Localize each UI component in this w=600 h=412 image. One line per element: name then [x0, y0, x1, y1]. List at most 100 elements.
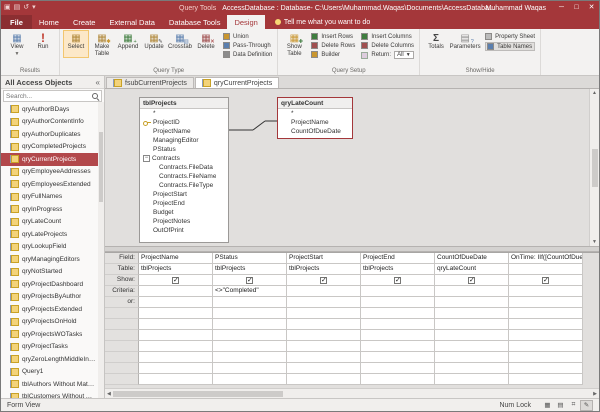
grid-cell[interactable]: tblProjects — [361, 264, 435, 275]
field-item-budget[interactable]: Budget — [140, 208, 228, 217]
sidebar-item-qrynotstarted[interactable]: qryNotStarted — [1, 266, 104, 279]
ribbon-tab-file[interactable]: File — [1, 15, 32, 29]
delete-rows-button[interactable]: Delete Rows — [311, 42, 355, 49]
grid-cell[interactable]: ProjectName — [139, 253, 213, 264]
grid-cell[interactable] — [287, 330, 361, 341]
sidebar-item-qrylatecount[interactable]: qryLateCount — [1, 216, 104, 229]
sidebar-item-qryzerolengthmiddleinitial[interactable]: qryZeroLengthMiddleInitial — [1, 353, 104, 366]
parameters-button[interactable]: ▤? Parameters — [449, 30, 481, 52]
grid-cell[interactable] — [435, 319, 509, 330]
tab-qrycurrentprojects[interactable]: qryCurrentProjects — [195, 77, 279, 88]
grid-cell[interactable] — [287, 275, 361, 286]
show-checkbox[interactable] — [542, 277, 549, 284]
design-view-icon[interactable]: ✎ — [580, 400, 593, 411]
field-list-qrylatecount[interactable]: qryLateCount*ProjectNameCountOfDueDate — [277, 97, 353, 139]
sql-view-icon[interactable]: ⌗ — [567, 400, 580, 411]
grid-cell[interactable] — [509, 374, 583, 385]
grid-cell[interactable] — [435, 308, 509, 319]
sidebar-item-qrymanagingeditors[interactable]: qryManagingEditors — [1, 253, 104, 266]
collapse-icon[interactable]: − — [143, 155, 150, 162]
grid-cell[interactable] — [139, 319, 213, 330]
grid-cell[interactable] — [287, 308, 361, 319]
grid-cell[interactable] — [435, 286, 509, 297]
sidebar-item-qrylateprojects[interactable]: qryLateProjects — [1, 228, 104, 241]
scroll-right-icon[interactable]: ▶ — [593, 391, 597, 397]
sidebar-item-tblcustomers-without-addit[interactable]: tblCustomers Without Addit... — [1, 391, 104, 399]
grid-cell[interactable] — [509, 341, 583, 352]
append-query-button[interactable]: ▦+Append — [115, 30, 141, 58]
field-item-projectid[interactable]: ProjectID — [140, 118, 228, 127]
show-checkbox[interactable] — [320, 277, 327, 284]
save-icon[interactable]: ▤ — [14, 1, 21, 15]
nav-scrollbar[interactable] — [98, 102, 104, 398]
sidebar-item-qryauthorduplicates[interactable]: qryAuthorDuplicates — [1, 128, 104, 141]
return-control[interactable]: Return: All ▼ — [361, 51, 414, 59]
return-combobox[interactable]: All ▼ — [394, 51, 414, 59]
grid-horizontal-scrollbar[interactable]: ◀ ▶ — [105, 388, 599, 398]
field-item-contracts-filetype[interactable]: Contracts.FileType — [140, 181, 228, 190]
sidebar-item-tblauthors-without-matchin[interactable]: tblAuthors Without Matchin... — [1, 378, 104, 391]
grid-cell[interactable] — [509, 286, 583, 297]
field-item-outofprint[interactable]: OutOfPrint — [140, 226, 228, 235]
sidebar-item-qryprojectdashboard[interactable]: qryProjectDashboard — [1, 278, 104, 291]
grid-cell[interactable] — [435, 297, 509, 308]
field-item-contracts-filedata[interactable]: Contracts.FileData — [140, 163, 228, 172]
grid-cell[interactable]: <>"Completed" — [213, 286, 287, 297]
grid-cell[interactable] — [139, 330, 213, 341]
show-checkbox[interactable] — [468, 277, 475, 284]
design-surface[interactable]: ▲ ▼ tblProjects*ProjectIDProjectNameMana… — [105, 89, 599, 247]
nav-pane-header[interactable]: All Access Objects « — [1, 76, 104, 89]
grid-cell[interactable] — [287, 319, 361, 330]
nav-scrollbar-thumb[interactable] — [99, 132, 103, 202]
grid-cell[interactable] — [139, 275, 213, 286]
sidebar-item-qrycurrentprojects[interactable]: qryCurrentProjects — [1, 153, 104, 166]
field-item-pstatus[interactable]: PStatus — [140, 145, 228, 154]
field-list-tblprojects[interactable]: tblProjects*ProjectIDProjectNameManaging… — [139, 97, 229, 243]
minimize-button[interactable]: ─ — [554, 1, 569, 15]
sidebar-item-qryprojectsextended[interactable]: qryProjectsExtended — [1, 303, 104, 316]
field-item-contracts[interactable]: −Contracts — [140, 154, 228, 163]
grid-cell[interactable]: tblProjects — [213, 264, 287, 275]
grid-cell[interactable] — [213, 319, 287, 330]
grid-cell[interactable] — [287, 363, 361, 374]
grid-cell[interactable] — [361, 352, 435, 363]
show-checkbox[interactable] — [246, 277, 253, 284]
tell-me-box[interactable]: Tell me what you want to do — [275, 15, 370, 29]
grid-cell[interactable] — [361, 363, 435, 374]
maximize-button[interactable]: □ — [569, 1, 584, 15]
grid-cell[interactable] — [213, 330, 287, 341]
grid-cell[interactable] — [139, 308, 213, 319]
totals-button[interactable]: Σ Totals — [423, 30, 449, 52]
access-app-icon[interactable]: ▣ — [4, 1, 11, 15]
grid-cell[interactable] — [509, 330, 583, 341]
table-names-button[interactable]: Table Names — [485, 42, 535, 51]
union-button[interactable]: Union — [223, 33, 272, 40]
ribbon-tab-external-data[interactable]: External Data — [102, 15, 161, 29]
grid-cell[interactable] — [213, 308, 287, 319]
undo-icon[interactable]: ↺ — [23, 1, 29, 15]
builder-button[interactable]: Builder — [311, 51, 355, 58]
search-input[interactable] — [6, 93, 91, 100]
sidebar-item-qryprojectsonhold[interactable]: qryProjectsOnHold — [1, 316, 104, 329]
field-item-contracts-filename[interactable]: Contracts.FileName — [140, 172, 228, 181]
ribbon-tab-create[interactable]: Create — [66, 15, 103, 29]
show-checkbox[interactable] — [394, 277, 401, 284]
delete-columns-button[interactable]: Delete Columns — [361, 42, 414, 49]
grid-cell[interactable] — [361, 341, 435, 352]
scrollbar-thumb[interactable] — [113, 391, 283, 397]
grid-cell[interactable] — [509, 308, 583, 319]
grid-cell[interactable] — [139, 286, 213, 297]
grid-cell[interactable]: CountOfDueDate — [435, 253, 509, 264]
sidebar-item-qrycompletedprojects[interactable]: qryCompletedProjects — [1, 141, 104, 154]
property-sheet-button[interactable]: Property Sheet — [485, 33, 535, 40]
sidebar-item-qryemployeesextended[interactable]: qryEmployeesExtended — [1, 178, 104, 191]
grid-cell[interactable] — [213, 341, 287, 352]
grid-cell[interactable] — [435, 352, 509, 363]
grid-cell[interactable] — [213, 297, 287, 308]
grid-cell[interactable] — [435, 374, 509, 385]
field-item-projectname[interactable]: ProjectName — [278, 118, 352, 127]
design-vertical-scrollbar[interactable]: ▲ ▼ — [589, 89, 599, 246]
grid-cell[interactable] — [361, 374, 435, 385]
grid-cell[interactable] — [213, 275, 287, 286]
grid-cell[interactable] — [287, 341, 361, 352]
